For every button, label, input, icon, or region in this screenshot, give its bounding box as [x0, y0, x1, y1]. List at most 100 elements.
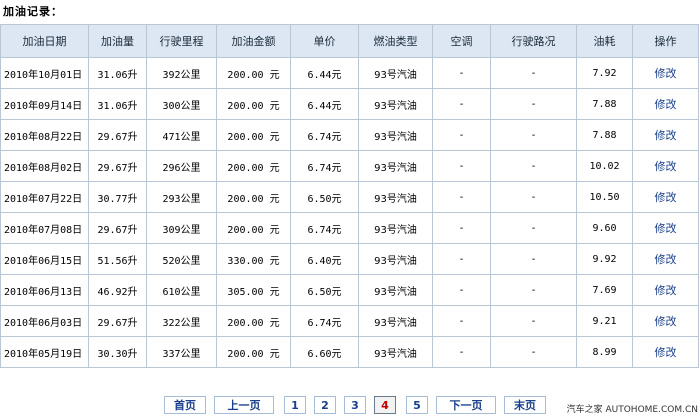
- cell-fuel-type: 93号汽油: [358, 336, 433, 368]
- cell-volume: 31.06升: [88, 57, 147, 89]
- next-page-button[interactable]: 下一页: [436, 396, 496, 414]
- header-volume: 加油量: [88, 24, 147, 58]
- cell-consumption: 9.21: [576, 305, 633, 337]
- cell-amount: 200.00 元: [216, 305, 291, 337]
- cell-fuel-type: 93号汽油: [358, 119, 433, 151]
- cell-fuel-type: 93号汽油: [358, 57, 433, 89]
- cell-consumption: 7.92: [576, 57, 633, 89]
- prev-page-button[interactable]: 上一页: [214, 396, 274, 414]
- edit-link[interactable]: 修改: [632, 181, 699, 213]
- table-row: 2010年07月08日 29.67升 309公里 200.00 元 6.74元 93号汽油…: [0, 212, 699, 244]
- cell-unit-price: 6.40元: [290, 243, 359, 275]
- cell-unit-price: 6.60元: [290, 336, 359, 368]
- table-header-row: 加油日期 加油量 行驶里程 加油金额 单价 燃油类型 空调 行驶路况 油耗 操作: [0, 24, 699, 58]
- cell-date: 2010年06月03日: [0, 305, 89, 337]
- cell-road-condition: -: [490, 212, 577, 244]
- cell-volume: 29.67升: [88, 119, 147, 151]
- cell-amount: 305.00 元: [216, 274, 291, 306]
- cell-volume: 30.30升: [88, 336, 147, 368]
- fuel-records-table: 加油日期 加油量 行驶里程 加油金额 单价 燃油类型 空调 行驶路况 油耗 操作…: [0, 24, 699, 368]
- header-consumption: 油耗: [576, 24, 633, 58]
- cell-mileage: 520公里: [146, 243, 217, 275]
- cell-date: 2010年06月15日: [0, 243, 89, 275]
- cell-road-condition: -: [490, 57, 577, 89]
- cell-consumption: 7.69: [576, 274, 633, 306]
- header-road-condition: 行驶路况: [490, 24, 577, 58]
- cell-amount: 330.00 元: [216, 243, 291, 275]
- last-page-button[interactable]: 末页: [504, 396, 546, 414]
- cell-volume: 29.67升: [88, 212, 147, 244]
- page-4-current: 4: [374, 396, 396, 414]
- cell-fuel-type: 93号汽油: [358, 181, 433, 213]
- edit-link[interactable]: 修改: [632, 150, 699, 182]
- page-1-button[interactable]: 1: [284, 396, 306, 414]
- cell-fuel-type: 93号汽油: [358, 88, 433, 120]
- cell-fuel-type: 93号汽油: [358, 305, 433, 337]
- cell-amount: 200.00 元: [216, 57, 291, 89]
- header-action: 操作: [632, 24, 699, 58]
- cell-ac: -: [432, 119, 491, 151]
- header-unit-price: 单价: [290, 24, 359, 58]
- cell-road-condition: -: [490, 119, 577, 151]
- cell-consumption: 7.88: [576, 88, 633, 120]
- header-fuel-type: 燃油类型: [358, 24, 433, 58]
- cell-fuel-type: 93号汽油: [358, 274, 433, 306]
- cell-unit-price: 6.74元: [290, 212, 359, 244]
- header-ac: 空调: [432, 24, 491, 58]
- cell-ac: -: [432, 181, 491, 213]
- cell-unit-price: 6.44元: [290, 57, 359, 89]
- edit-link[interactable]: 修改: [632, 212, 699, 244]
- edit-link[interactable]: 修改: [632, 57, 699, 89]
- cell-consumption: 10.50: [576, 181, 633, 213]
- cell-amount: 200.00 元: [216, 336, 291, 368]
- cell-unit-price: 6.44元: [290, 88, 359, 120]
- cell-unit-price: 6.74元: [290, 305, 359, 337]
- cell-ac: -: [432, 212, 491, 244]
- edit-link[interactable]: 修改: [632, 119, 699, 151]
- cell-mileage: 337公里: [146, 336, 217, 368]
- cell-unit-price: 6.50元: [290, 181, 359, 213]
- cell-road-condition: -: [490, 274, 577, 306]
- cell-mileage: 309公里: [146, 212, 217, 244]
- cell-date: 2010年09月14日: [0, 88, 89, 120]
- cell-date: 2010年08月22日: [0, 119, 89, 151]
- page-2-button[interactable]: 2: [314, 396, 336, 414]
- cell-amount: 200.00 元: [216, 150, 291, 182]
- cell-volume: 31.06升: [88, 88, 147, 120]
- first-page-button[interactable]: 首页: [164, 396, 206, 414]
- cell-ac: -: [432, 243, 491, 275]
- cell-date: 2010年06月13日: [0, 274, 89, 306]
- cell-mileage: 296公里: [146, 150, 217, 182]
- edit-link[interactable]: 修改: [632, 305, 699, 337]
- edit-link[interactable]: 修改: [632, 88, 699, 120]
- cell-mileage: 293公里: [146, 181, 217, 213]
- table-row: 2010年08月02日 29.67升 296公里 200.00 元 6.74元 93号汽油…: [0, 150, 699, 182]
- cell-consumption: 10.02: [576, 150, 633, 182]
- cell-fuel-type: 93号汽油: [358, 243, 433, 275]
- table-row: 2010年06月13日 46.92升 610公里 305.00 元 6.50元 93号汽油…: [0, 274, 699, 306]
- cell-ac: -: [432, 88, 491, 120]
- page-5-button[interactable]: 5: [406, 396, 428, 414]
- cell-mileage: 610公里: [146, 274, 217, 306]
- cell-date: 2010年07月08日: [0, 212, 89, 244]
- table-row: 2010年05月19日 30.30升 337公里 200.00 元 6.60元 93号汽油…: [0, 336, 699, 368]
- cell-unit-price: 6.74元: [290, 150, 359, 182]
- header-amount: 加油金额: [216, 24, 291, 58]
- page-3-button[interactable]: 3: [344, 396, 366, 414]
- edit-link[interactable]: 修改: [632, 336, 699, 368]
- cell-date: 2010年05月19日: [0, 336, 89, 368]
- table-row: 2010年06月03日 29.67升 322公里 200.00 元 6.74元 93号汽油…: [0, 305, 699, 337]
- cell-volume: 51.56升: [88, 243, 147, 275]
- cell-ac: -: [432, 274, 491, 306]
- edit-link[interactable]: 修改: [632, 243, 699, 275]
- cell-ac: -: [432, 305, 491, 337]
- cell-amount: 200.00 元: [216, 181, 291, 213]
- table-row: 2010年10月01日 31.06升 392公里 200.00 元 6.44元 93号汽油…: [0, 57, 699, 89]
- cell-date: 2010年10月01日: [0, 57, 89, 89]
- cell-volume: 46.92升: [88, 274, 147, 306]
- edit-link[interactable]: 修改: [632, 274, 699, 306]
- cell-road-condition: -: [490, 181, 577, 213]
- table-row: 2010年06月15日 51.56升 520公里 330.00 元 6.40元 93号汽油…: [0, 243, 699, 275]
- cell-road-condition: -: [490, 88, 577, 120]
- table-row: 2010年09月14日 31.06升 300公里 200.00 元 6.44元 93号汽油…: [0, 88, 699, 120]
